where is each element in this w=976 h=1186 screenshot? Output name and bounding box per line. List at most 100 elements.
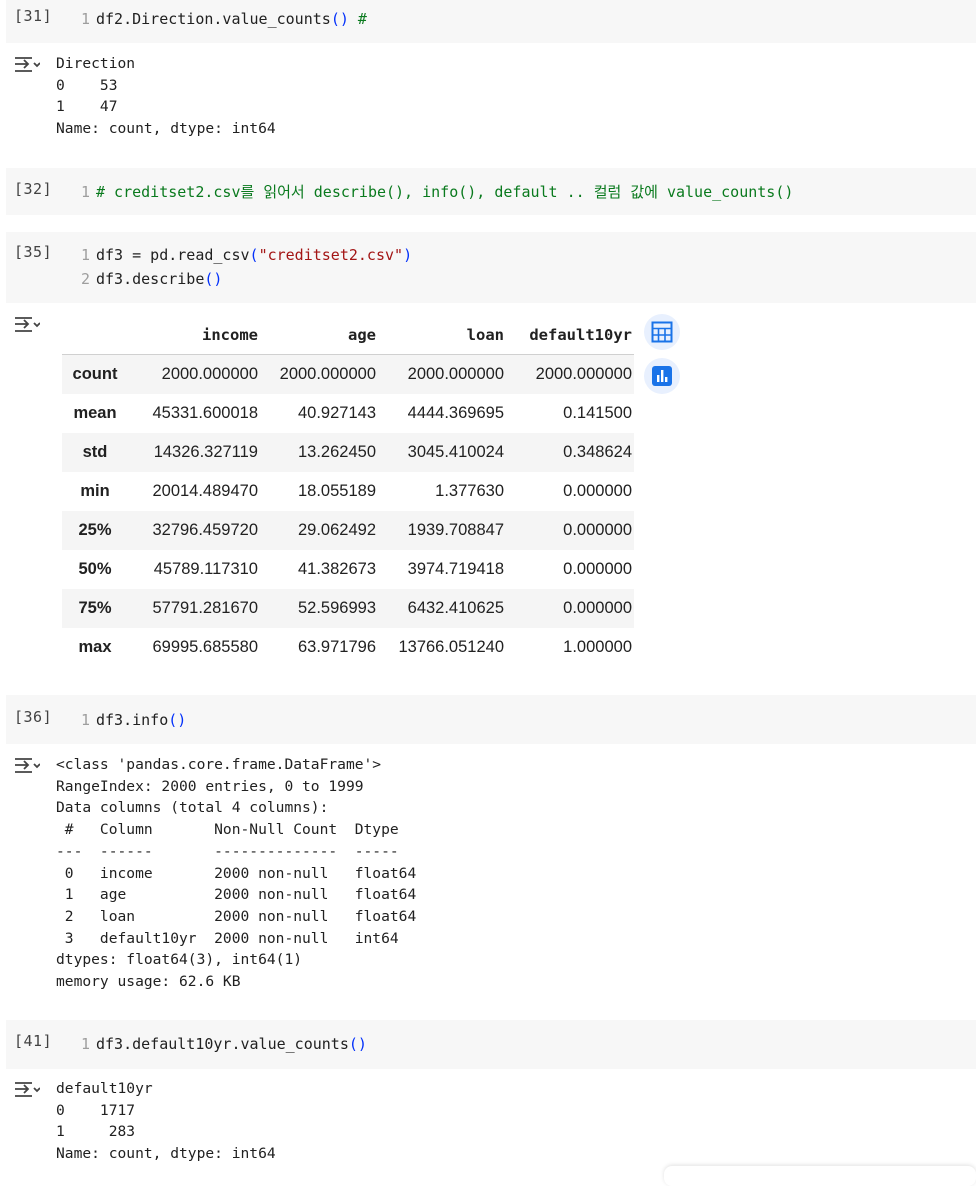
code-token: () bbox=[348, 1035, 367, 1053]
table-cell: 0.000000 bbox=[563, 521, 632, 539]
row-label: max bbox=[78, 638, 112, 656]
table-row: 75% 57791.281670 52.596993 6432.410625 0.000… bbox=[62, 589, 634, 628]
code-token: () bbox=[168, 711, 187, 729]
cell-output: <class 'pandas.core.frame.DataFrame'> Ra… bbox=[56, 756, 417, 991]
code-cell-31[interactable]: [31] 1 df2.Direction.value_counts() # bbox=[6, 0, 976, 43]
line-number: 1 bbox=[80, 10, 90, 28]
table-cell: 2000.000000 bbox=[161, 365, 258, 383]
table-row: min 20014.489470 18.055189 1.377630 0.000000 bbox=[62, 472, 634, 511]
table-cell: 2000.000000 bbox=[279, 365, 376, 383]
describe-table: income age loan default10yr count 2000.00… bbox=[62, 315, 634, 667]
row-label: 75% bbox=[78, 599, 112, 617]
row-label: mean bbox=[73, 404, 117, 422]
code-editor[interactable]: 1 df3.info() bbox=[70, 708, 186, 732]
execution-count[interactable]: [36] bbox=[14, 708, 52, 726]
code-editor[interactable]: 1 df3.default10yr.value_counts() bbox=[70, 1032, 367, 1056]
cell-output: default10yr 0 1717 1 283 Name: count, dt… bbox=[56, 1080, 276, 1163]
table-cell: 13.262450 bbox=[298, 443, 376, 461]
table-row: max 69995.685580 63.971796 13766.051240 1.00… bbox=[62, 628, 634, 667]
line-number: 1 bbox=[80, 711, 90, 729]
code-line[interactable]: 1 df3 = pd.read_csv("creditset2.csv") bbox=[70, 243, 412, 267]
row-label: min bbox=[80, 482, 110, 500]
table-cell: 6432.410625 bbox=[407, 599, 504, 617]
code-token: # bbox=[348, 10, 367, 28]
code-editor[interactable]: 1 df2.Direction.value_counts() # bbox=[70, 7, 367, 31]
code-cell-32[interactable]: [32] 1 # creditset2.csv를 읽어서 describe(), … bbox=[6, 168, 976, 215]
table-cell: 3974.719418 bbox=[407, 560, 504, 578]
code-line[interactable]: 1 df3.default10yr.value_counts() bbox=[70, 1032, 367, 1056]
execution-count[interactable]: [35] bbox=[14, 243, 52, 261]
code-token: df3 = pd.read_csv bbox=[96, 246, 250, 264]
bar-chart-icon bbox=[652, 366, 672, 386]
table-cell: 63.971796 bbox=[298, 638, 376, 656]
table-cell: 1939.708847 bbox=[407, 521, 504, 539]
column-header: age bbox=[260, 315, 378, 355]
chart-suggestion-button[interactable] bbox=[644, 358, 680, 394]
code-token: df3.default10yr.value_counts bbox=[96, 1035, 349, 1053]
code-token: () bbox=[330, 10, 349, 28]
table-cell: 20014.489470 bbox=[152, 482, 258, 500]
column-header: income bbox=[136, 315, 260, 355]
table-row: 50% 45789.117310 41.382673 3974.719418 0.000… bbox=[62, 550, 634, 589]
table-cell: 57791.281670 bbox=[152, 599, 258, 617]
dataframe-output: income age loan default10yr count 2000.00… bbox=[6, 303, 646, 673]
table-cell: 45789.117310 bbox=[153, 560, 258, 578]
execution-count[interactable]: [32] bbox=[14, 180, 52, 198]
code-token: () bbox=[204, 270, 223, 288]
code-editor[interactable]: 1 df3 = pd.read_csv("creditset2.csv") 2 df3… bbox=[70, 243, 412, 291]
code-line[interactable]: 1 # creditset2.csv를 읽어서 describe(), info(… bbox=[70, 180, 793, 204]
column-header: loan bbox=[378, 315, 506, 355]
line-number: 1 bbox=[80, 1035, 90, 1053]
line-number: 2 bbox=[80, 270, 90, 288]
table-row: mean 45331.600018 40.927143 4444.369695 0.14… bbox=[62, 394, 634, 433]
table-cell: 41.382673 bbox=[298, 560, 376, 578]
row-label: std bbox=[82, 443, 108, 461]
execution-count[interactable]: [41] bbox=[14, 1032, 52, 1050]
code-token: ( bbox=[249, 246, 259, 264]
code-line[interactable]: 1 df3.info() bbox=[70, 708, 186, 732]
code-token: df3.info bbox=[96, 711, 169, 729]
output-toggle-icon[interactable] bbox=[14, 1080, 41, 1100]
table-cell: 3045.410024 bbox=[407, 443, 504, 461]
code-token: ) bbox=[403, 246, 413, 264]
table-cell: 1.377630 bbox=[435, 482, 504, 500]
index-header bbox=[62, 315, 136, 355]
line-number: 1 bbox=[80, 183, 90, 201]
table-row: 25% 32796.459720 29.062492 1939.708847 0.000… bbox=[62, 511, 634, 550]
output-toggle-icon[interactable] bbox=[14, 55, 41, 75]
table-icon bbox=[651, 321, 673, 343]
table-cell: 40.927143 bbox=[298, 404, 376, 422]
table-cell: 18.055189 bbox=[298, 482, 376, 500]
table-row: count 2000.000000 2000.000000 2000.000000 20… bbox=[62, 354, 634, 394]
table-view-button[interactable] bbox=[644, 314, 680, 350]
code-token: # creditset2.csv를 읽어서 describe(), info()… bbox=[96, 183, 794, 201]
code-editor[interactable]: 1 # creditset2.csv를 읽어서 describe(), info(… bbox=[70, 180, 793, 204]
table-cell: 2000.000000 bbox=[407, 365, 504, 383]
code-line[interactable]: 2 df3.describe() bbox=[70, 267, 412, 291]
row-label: count bbox=[72, 365, 118, 383]
line-number: 1 bbox=[80, 246, 90, 264]
table-cell: 45331.600018 bbox=[152, 404, 258, 422]
code-cell-35[interactable]: [35] 1 df3 = pd.read_csv("creditset2.csv"… bbox=[6, 232, 976, 303]
code-cell-41[interactable]: [41] 1 df3.default10yr.value_counts() bbox=[6, 1020, 976, 1069]
code-line[interactable]: 1 df2.Direction.value_counts() # bbox=[70, 7, 367, 31]
column-header: default10yr bbox=[506, 315, 634, 355]
table-cell: 0.348624 bbox=[563, 443, 632, 461]
table-cell: 32796.459720 bbox=[152, 521, 258, 539]
table-cell: 69995.685580 bbox=[152, 638, 258, 656]
table-cell: 13766.051240 bbox=[398, 638, 504, 656]
table-cell: 0.141500 bbox=[563, 404, 632, 422]
output-toggle-icon[interactable] bbox=[14, 756, 41, 776]
execution-count[interactable]: [31] bbox=[14, 7, 52, 25]
table-cell: 29.062492 bbox=[298, 521, 376, 539]
code-token: df2.Direction.value_counts bbox=[96, 10, 331, 28]
table-cell: 1.000000 bbox=[563, 638, 632, 656]
table-header-row: income age loan default10yr bbox=[62, 315, 634, 355]
table-cell: 0.000000 bbox=[563, 560, 632, 578]
code-cell-36[interactable]: [36] 1 df3.info() bbox=[6, 695, 976, 744]
table-cell: 2000.000000 bbox=[535, 365, 632, 383]
table-cell: 0.000000 bbox=[563, 599, 632, 617]
table-row: std 14326.327119 13.262450 3045.410024 0.348… bbox=[62, 433, 634, 472]
table-cell: 52.596993 bbox=[298, 599, 376, 617]
row-label: 50% bbox=[78, 560, 112, 578]
